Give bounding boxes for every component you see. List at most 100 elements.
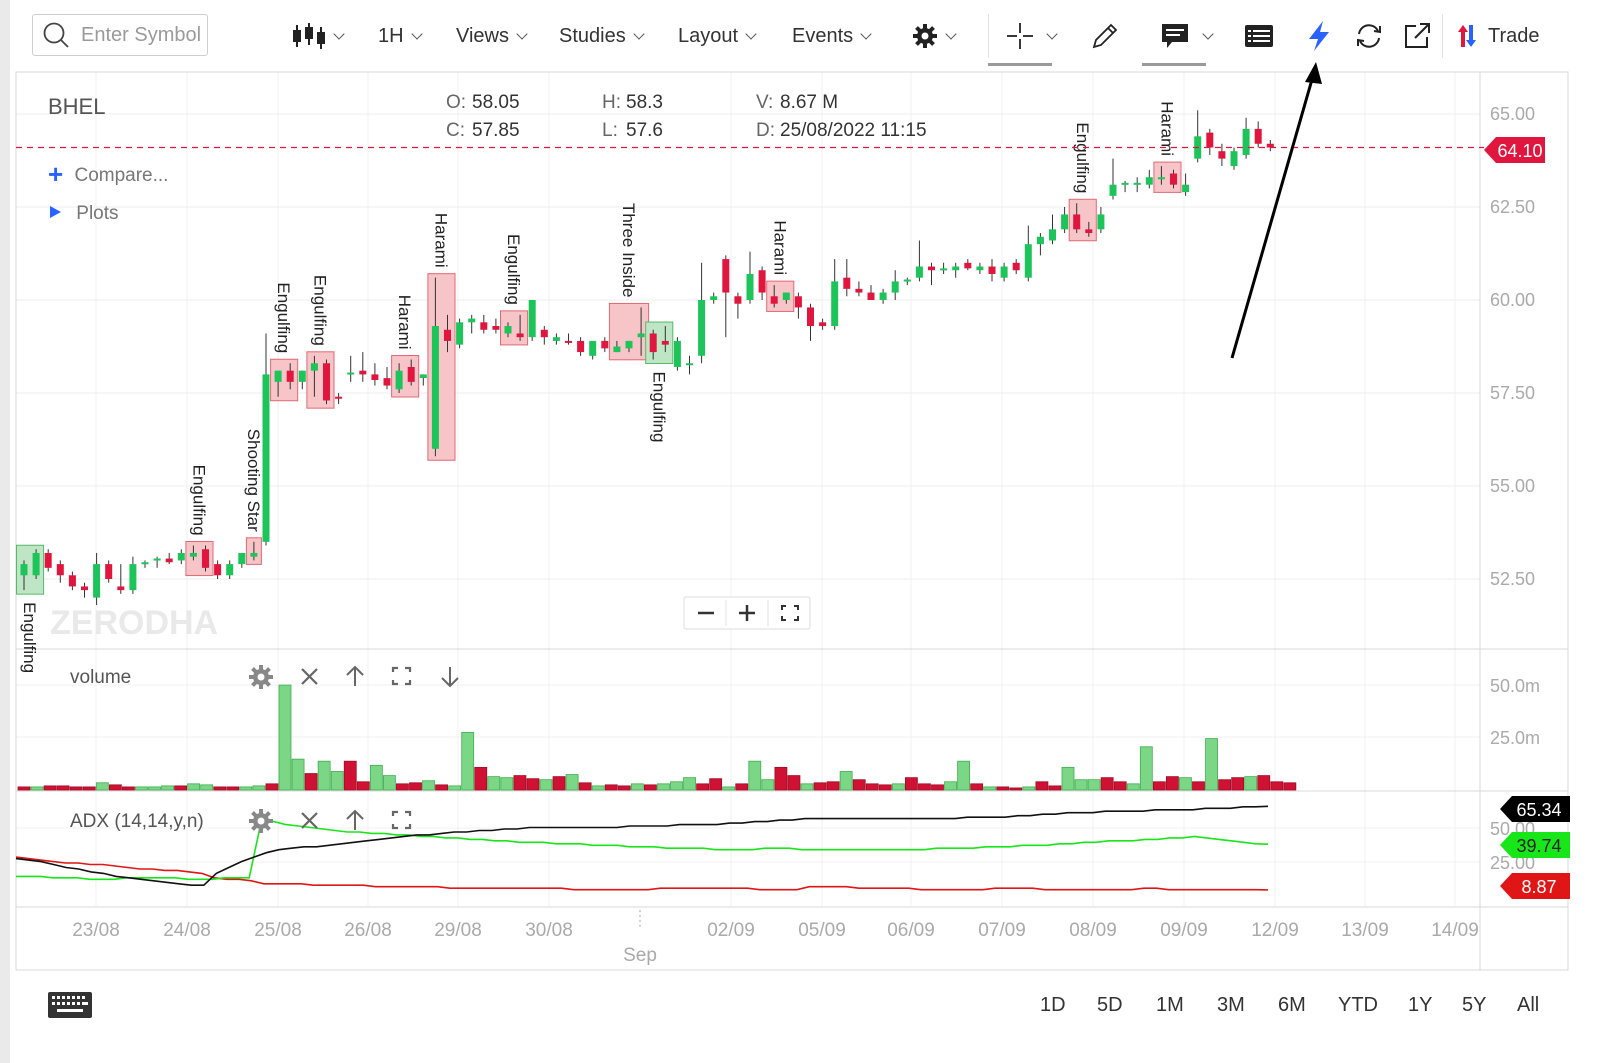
pattern-label: Engulfing (310, 275, 329, 346)
volume-label: V: (756, 92, 774, 113)
ohlc-low-value: 57.6 (626, 120, 663, 141)
price-chart[interactable]: ZERODHA EngulfingEngulfing Shooting StarE… (0, 0, 1600, 1063)
gear-icon[interactable] (249, 665, 273, 689)
zoom-controls[interactable] (683, 596, 811, 630)
candle-body (407, 366, 415, 382)
candle-body (637, 333, 645, 338)
volume-bar (500, 777, 514, 791)
pattern-label: Harami (395, 295, 414, 350)
volume-bar (474, 766, 488, 791)
di-plus-value: 39.74 (1516, 836, 1561, 856)
arrow-down-icon[interactable] (441, 667, 459, 688)
maximize-icon[interactable] (391, 666, 412, 686)
candle-body (540, 329, 548, 338)
candle-body (758, 270, 766, 293)
volume-bar (17, 786, 31, 791)
date-tick-label: 06/09 (887, 920, 935, 941)
candle-body (492, 326, 500, 330)
candle-body (323, 363, 330, 401)
candle-body (1242, 128, 1250, 155)
price-tick-label: 52.50 (1490, 569, 1535, 589)
candle-body (879, 292, 887, 300)
volume-bar (905, 777, 918, 791)
volume-bar (918, 783, 931, 791)
volume-bar (1113, 781, 1127, 791)
volume-tick-label: 25.0m (1490, 728, 1540, 748)
candle-body (93, 564, 101, 598)
timeframe-all[interactable]: All (1517, 994, 1539, 1017)
plots-label: Plots (76, 203, 119, 224)
candle-body (1182, 184, 1190, 193)
arrow-up-icon[interactable] (346, 665, 364, 686)
plots-toggle[interactable]: Plots (50, 203, 119, 225)
candle-body (419, 374, 427, 379)
volume-bar (604, 784, 618, 791)
date-tick-label: 25/08 (254, 920, 302, 941)
volume-axis: 50.0m 25.0m (1490, 676, 1540, 748)
adx-value: 65.34 (1516, 800, 1561, 820)
volume-bar (1035, 781, 1049, 791)
volume-bar (735, 783, 749, 791)
compare-button[interactable]: + Compare... (48, 159, 168, 190)
volume-bar (1087, 779, 1101, 791)
candle-body (177, 552, 185, 561)
close-icon[interactable] (301, 812, 318, 829)
candle-body (601, 340, 609, 349)
candle-body (444, 329, 451, 341)
candle-body (105, 564, 113, 579)
volume-bar (865, 783, 879, 791)
candle-body (1073, 214, 1081, 230)
timeframe-ytd[interactable]: YTD (1338, 994, 1378, 1017)
timeframe-5y[interactable]: 5Y (1462, 994, 1486, 1017)
volume-bar (213, 786, 227, 791)
keyboard-icon[interactable] (48, 992, 92, 1018)
volume-bar (422, 780, 435, 791)
candle-body (32, 552, 40, 576)
gear-icon[interactable] (249, 809, 273, 833)
candle-body (250, 552, 258, 557)
price-tick-label: 65.00 (1490, 104, 1535, 124)
candle-body (698, 300, 706, 356)
di-plus-value-tag: 39.74 (1500, 832, 1570, 858)
candle-body (867, 292, 875, 300)
pattern-labels: Engulfing Engulfing Shooting Star Engulfing… (20, 101, 1176, 673)
candle-body (141, 562, 149, 565)
volume-bar (1139, 746, 1153, 791)
price-tick-label: 55.00 (1490, 476, 1535, 496)
timeframe-6m[interactable]: 6M (1278, 994, 1306, 1017)
candle-body (68, 575, 76, 587)
volume-bar (148, 786, 161, 791)
date-tick-label: 07/09 (978, 920, 1026, 941)
candle-body (1024, 244, 1032, 278)
candle-body (335, 396, 343, 399)
timeframe-1y[interactable]: 1Y (1408, 994, 1432, 1017)
volume-bar (722, 786, 736, 791)
volume-bar (435, 784, 449, 791)
candle-body (661, 340, 669, 345)
timeframe-1d[interactable]: 1D (1040, 994, 1066, 1017)
date-tick-label: 30/08 (525, 920, 573, 941)
volume-bar (657, 783, 670, 791)
ohlc-close-value: 57.85 (472, 120, 520, 141)
pattern-label: Engulfing (504, 234, 523, 305)
timeframe-3m[interactable]: 3M (1217, 994, 1245, 1017)
maximize-icon[interactable] (391, 810, 412, 830)
arrow-up-icon[interactable] (346, 809, 364, 830)
volume-bar (330, 771, 344, 791)
date-tick-label: 05/09 (798, 920, 846, 941)
di-plus-line (16, 819, 1269, 881)
volume-bar (226, 786, 240, 791)
candle-body (1061, 214, 1069, 230)
close-icon[interactable] (301, 668, 318, 685)
volume-bar (878, 784, 892, 791)
adx-value-tag: 65.34 (1500, 796, 1570, 822)
candle-body (468, 318, 476, 323)
timeframe-1m[interactable]: 1M (1156, 994, 1184, 1017)
date-tick-label: 08/09 (1069, 920, 1117, 941)
candle-body (117, 586, 125, 591)
price-axis: 65.00 62.50 60.00 57.50 55.00 52.50 (1490, 104, 1535, 589)
timeframe-5d[interactable]: 5D (1097, 994, 1123, 1017)
volume-bar (122, 786, 135, 791)
volume-bar (709, 778, 723, 791)
date-tick-label: 09/09 (1160, 920, 1208, 941)
